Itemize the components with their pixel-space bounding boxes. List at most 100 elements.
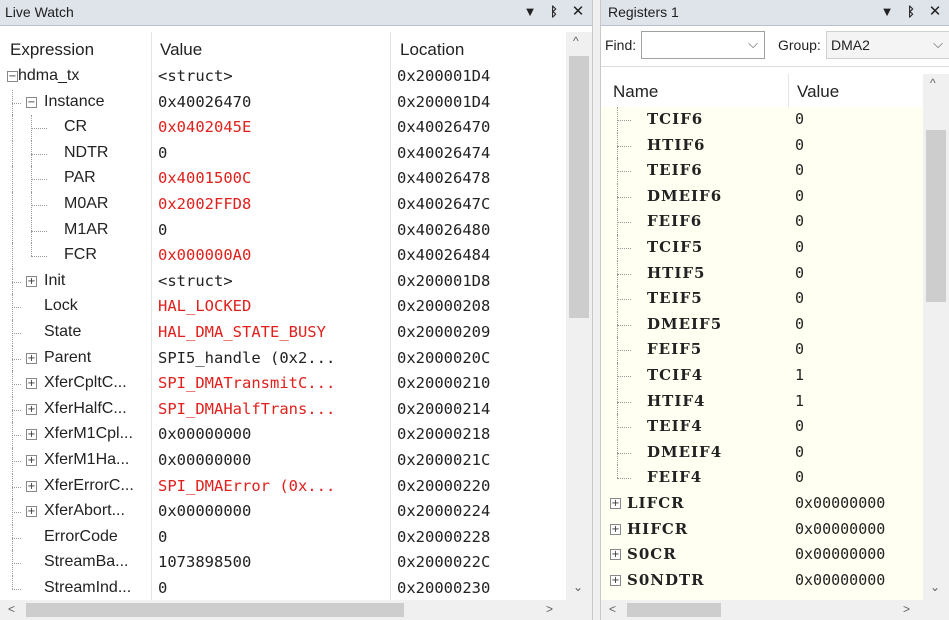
expand-icon[interactable]: +	[26, 378, 37, 390]
register-row[interactable]: HTIF4 1	[601, 388, 923, 415]
watch-row[interactable]: PAR 0x4001500C 0x40026478	[0, 166, 566, 192]
watch-value[interactable]: 0x40026470	[158, 93, 251, 111]
register-value[interactable]: 0x00000000	[795, 571, 885, 589]
find-combobox[interactable]: ⌵	[641, 31, 765, 59]
expand-icon[interactable]: +	[610, 574, 621, 586]
watch-row[interactable]: NDTR 0 0x40026474	[0, 140, 566, 167]
register-value[interactable]: 1	[795, 392, 804, 410]
watch-value[interactable]: 0x2002FFD8	[158, 195, 251, 213]
watch-value[interactable]: 0	[158, 579, 167, 597]
watch-value[interactable]: 0x00000000	[158, 502, 251, 520]
register-value[interactable]: 0	[795, 161, 804, 179]
watch-row[interactable]: FCR 0x000000A0 0x40026484	[0, 243, 566, 269]
register-row[interactable]: + S0NDTR 0x00000000	[601, 568, 923, 594]
register-row[interactable]: TEIF4 0	[601, 414, 923, 440]
register-value[interactable]: 0	[795, 340, 804, 358]
expand-icon[interactable]: +	[610, 549, 621, 561]
register-value[interactable]: 0	[795, 110, 804, 128]
register-value[interactable]: 0	[795, 315, 804, 333]
register-row[interactable]: TCIF6 0	[601, 107, 923, 133]
chevron-down-icon[interactable]: ⌵	[933, 36, 943, 52]
close-icon[interactable]: ✕	[570, 2, 586, 22]
register-row[interactable]: FEIF6 0	[601, 209, 923, 235]
window-options-icon[interactable]: ▼	[522, 2, 538, 22]
collapse-icon[interactable]: −	[7, 71, 18, 82]
watch-value[interactable]: 0x4001500C	[158, 169, 251, 187]
expand-icon[interactable]: +	[610, 523, 621, 535]
pin-icon[interactable]: ᛒ	[903, 2, 919, 22]
expand-icon[interactable]: +	[26, 506, 37, 518]
register-row[interactable]: + S0CR 0x00000000	[601, 542, 923, 568]
window-options-icon[interactable]: ▼	[879, 2, 895, 22]
watch-value[interactable]: HAL_LOCKED	[158, 297, 251, 315]
register-row[interactable]: FEIF4 0	[601, 465, 923, 491]
register-row[interactable]: DMEIF4 0	[601, 439, 923, 466]
watch-value[interactable]: 0x000000A0	[158, 246, 251, 264]
watch-value[interactable]: SPI_DMAHalfTrans...	[158, 400, 335, 418]
register-row[interactable]: + HIFCR 0x00000000	[601, 517, 923, 543]
scrollbar-thumb[interactable]	[926, 130, 946, 302]
watch-value[interactable]: <struct>	[158, 272, 233, 290]
watch-row[interactable]: + XferAbort... 0x00000000 0x20000224	[0, 499, 566, 525]
watch-row[interactable]: Lock HAL_LOCKED 0x20000208	[0, 294, 566, 320]
expand-icon[interactable]: +	[26, 480, 37, 492]
expand-icon[interactable]: +	[26, 352, 37, 364]
header-location[interactable]: Location	[400, 40, 464, 60]
register-horizontal-scrollbar[interactable]: < >	[601, 600, 949, 620]
expand-icon[interactable]: +	[26, 455, 37, 466]
watch-value[interactable]: 0	[158, 221, 167, 239]
expand-icon[interactable]: +	[26, 403, 37, 415]
watch-value[interactable]: SPI_DMATransmitC...	[158, 374, 335, 392]
register-value[interactable]: 0	[795, 417, 804, 435]
watch-row[interactable]: CR 0x0402045E 0x40026470	[0, 115, 566, 141]
pin-icon[interactable]: ᛒ	[546, 2, 562, 22]
register-value[interactable]: 0x00000000	[795, 520, 885, 538]
scroll-left-icon[interactable]: <	[8, 602, 15, 616]
register-value[interactable]: 1	[795, 366, 804, 384]
register-value[interactable]: 0x00000000	[795, 545, 885, 563]
register-value[interactable]: 0	[795, 443, 804, 461]
register-value[interactable]: 0	[795, 238, 804, 256]
watch-value[interactable]: 0x00000000	[158, 425, 251, 443]
register-row[interactable]: TEIF6 0	[601, 158, 923, 184]
register-vertical-scrollbar[interactable]: ^ ⌄	[923, 74, 949, 600]
watch-row[interactable]: + XferErrorC... SPI_DMAError (0x... 0x20000…	[0, 473, 566, 500]
register-row[interactable]: TCIF4 1	[601, 363, 923, 389]
header-name[interactable]: Name	[613, 82, 658, 102]
close-icon[interactable]: ✕	[927, 2, 943, 22]
watch-row[interactable]: + XferHalfC... SPI_DMAHalfTrans... 0x200002…	[0, 396, 566, 423]
watch-row[interactable]: + Parent SPI5_handle (0x2... 0x2000020C	[0, 345, 566, 372]
scroll-right-icon[interactable]: >	[903, 602, 910, 616]
scroll-left-icon[interactable]: <	[609, 602, 616, 616]
scrollbar-thumb[interactable]	[627, 603, 721, 617]
register-row[interactable]: HTIF6 0	[601, 132, 923, 159]
watch-row[interactable]: + Init <struct> 0x200001D8	[0, 268, 566, 295]
watch-horizontal-scrollbar[interactable]: < >	[0, 600, 592, 620]
scroll-up-icon[interactable]: ^	[930, 76, 936, 90]
header-value[interactable]: Value	[160, 40, 202, 60]
watch-row[interactable]: − hdma_tx <struct> 0x200001D4	[0, 64, 566, 90]
register-row[interactable]: FEIF5 0	[601, 337, 923, 363]
register-value[interactable]: 0	[795, 289, 804, 307]
register-row[interactable]: HTIF5 0	[601, 260, 923, 287]
register-value[interactable]: 0	[795, 212, 804, 230]
watch-row[interactable]: + XferCpltC... SPI_DMATransmitC... 0x200002…	[0, 371, 566, 397]
register-row[interactable]: DMEIF6 0	[601, 183, 923, 210]
collapse-icon[interactable]: −	[26, 96, 37, 108]
scrollbar-thumb[interactable]	[569, 56, 589, 318]
watch-row[interactable]: M1AR 0 0x40026480	[0, 217, 566, 244]
register-value[interactable]: 0	[795, 264, 804, 282]
watch-row[interactable]: + XferM1Cpl... 0x00000000 0x20000218	[0, 422, 566, 448]
watch-value[interactable]: 0x00000000	[158, 451, 251, 469]
watch-value[interactable]: SPI5_handle (0x2...	[158, 349, 335, 367]
register-value[interactable]: 0	[795, 468, 804, 486]
watch-value[interactable]: 0	[158, 528, 167, 546]
watch-row[interactable]: StreamBa... 1073898500 0x2000022C	[0, 550, 566, 576]
watch-value[interactable]: HAL_DMA_STATE_BUSY	[158, 323, 326, 341]
register-value[interactable]: 0x00000000	[795, 494, 885, 512]
header-expression[interactable]: Expression	[10, 40, 94, 60]
watch-value[interactable]: SPI_DMAError (0x...	[158, 477, 335, 495]
watch-row[interactable]: StreamInd... 0 0x20000230	[0, 576, 566, 602]
expand-icon[interactable]: +	[610, 498, 621, 509]
watch-row[interactable]: State HAL_DMA_STATE_BUSY 0x20000209	[0, 320, 566, 346]
